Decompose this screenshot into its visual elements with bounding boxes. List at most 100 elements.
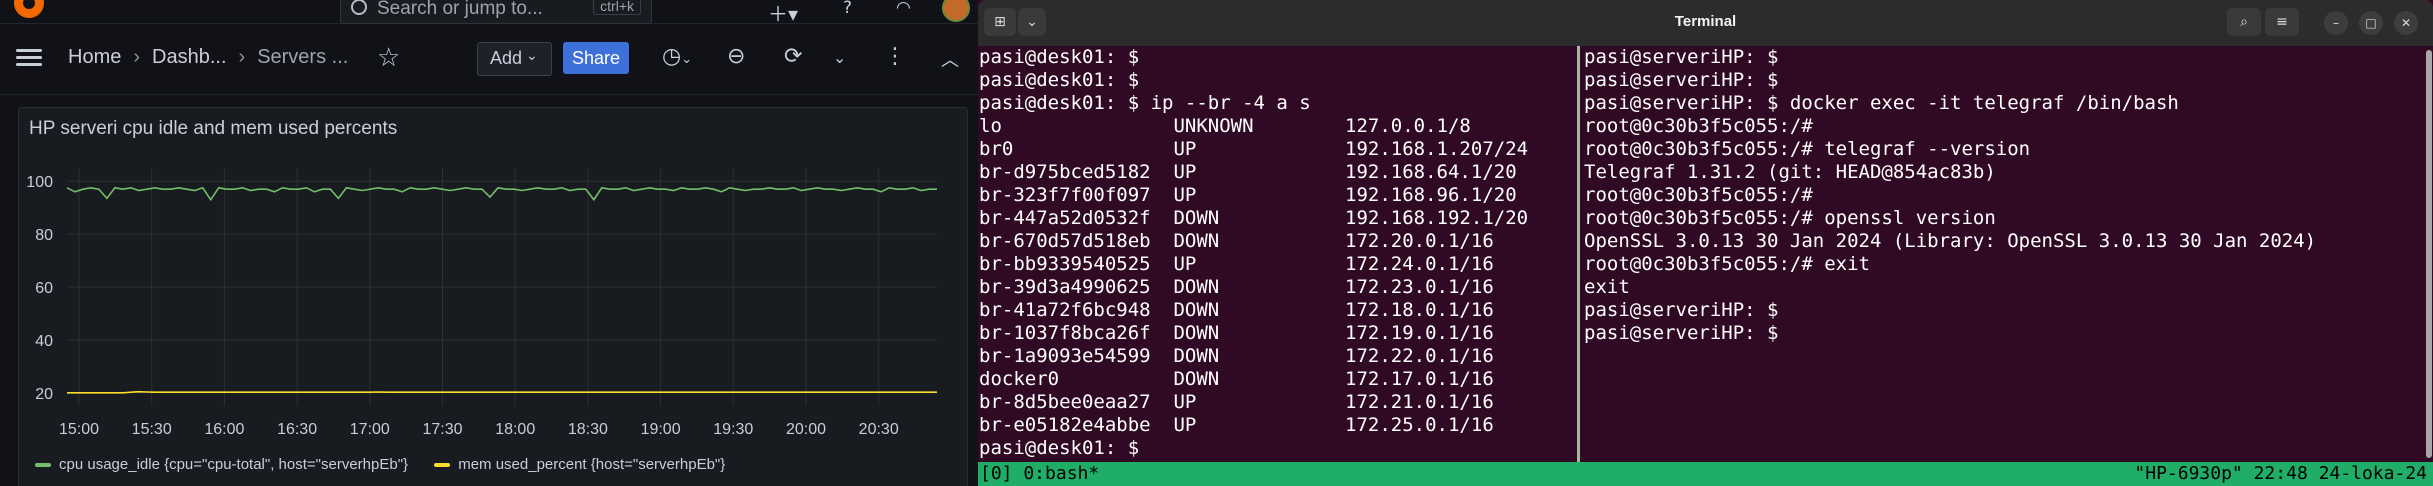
terminal-title: Terminal (1674, 13, 1737, 30)
time-picker-icon[interactable]: ◷⌄ (662, 44, 692, 69)
terminal-line-left: br-39d3a4990625 DOWN 172.23.0.1/16 (979, 276, 1494, 298)
maximize-icon[interactable]: □ (2359, 11, 2383, 35)
rss-icon[interactable]: ◠ (896, 0, 911, 18)
chevron-down-icon: ⌄ (526, 47, 538, 63)
tmux-pane-left[interactable]: pasi@desk01: $ pasi@desk01: $ pasi@desk01:… (978, 46, 1579, 462)
grafana-window: Search or jump to... ctrl+k ＋▾ ? ◠ Home ›… (0, 0, 978, 486)
legend-item-mem[interactable]: mem used_percent {host="serverhpEb"} (434, 456, 725, 473)
x-tick-label: 17:30 (422, 421, 462, 438)
hamburger-menu-icon[interactable]: ≡ (2265, 8, 2299, 36)
chevron-right-icon: › (238, 46, 246, 68)
legend-label: mem used_percent {host="serverhpEb"} (458, 456, 726, 473)
terminal-line-left: docker0 DOWN 172.17.0.1/16 (979, 368, 1494, 390)
grafana-topbar: Search or jump to... ctrl+k ＋▾ ? ◠ (0, 0, 978, 27)
x-tick-label: 15:00 (59, 421, 99, 438)
terminal-line-left: lo UNKNOWN 127.0.0.1/8 (979, 115, 1471, 137)
add-button[interactable]: Add ⌄ (477, 42, 552, 76)
breadcrumb-home[interactable]: Home (68, 46, 121, 68)
zoom-out-icon[interactable]: ⊖ (727, 44, 745, 69)
tmux-window-list[interactable]: [0] 0:bash* (980, 462, 1099, 486)
terminal-line-right: pasi@serveriHP: $ (1584, 322, 1779, 344)
terminal-line-left: br-447a52d0532f DOWN 192.168.192.1/20 (979, 207, 1529, 229)
terminal-line-left: pasi@desk01: $ (979, 437, 1140, 459)
legend-swatch (35, 463, 51, 468)
breadcrumb-dashboards[interactable]: Dashb... (152, 46, 226, 68)
x-tick-label: 19:00 (641, 421, 681, 438)
terminal-line-left: br-d975bced5182 UP 192.168.64.1/20 (979, 161, 1517, 183)
series-line-mem-used (67, 390, 937, 394)
avatar[interactable] (942, 0, 970, 22)
x-tick-label: 17:00 (350, 421, 390, 438)
legend-swatch (434, 463, 451, 468)
y-tick-label: 80 (35, 227, 53, 244)
terminal-line-left: pasi@desk01: $ ip --br -4 a s (979, 92, 1311, 114)
scrollbar[interactable] (2426, 50, 2432, 458)
y-tick-label: 40 (35, 333, 53, 350)
tmux-pane-right[interactable]: pasi@serveriHP: $ pasi@serveriHP: $ pasi@s… (1583, 46, 2422, 462)
terminal-line-right: pasi@serveriHP: $ docker exec -it telegr… (1584, 92, 2179, 114)
tmux-status-bar: [0] 0:bash* "HP-6930p" 22:48 24-loka-24 (978, 462, 2433, 486)
share-button[interactable]: Share (563, 42, 629, 74)
x-tick-label: 18:00 (495, 421, 535, 438)
terminal-line-left: br-323f7f00f097 UP 192.168.96.1/20 (979, 184, 1517, 206)
terminal-line-left: br-1037f8bca26f DOWN 172.19.0.1/16 (979, 322, 1494, 344)
breadcrumb: Home › Dashb... › Servers ... (68, 46, 348, 69)
search-input[interactable]: Search or jump to... ctrl+k (340, 0, 652, 24)
refresh-icon[interactable]: ⟳ (784, 44, 802, 69)
terminal-line-left: br-e05182e4abbe UP 172.25.0.1/16 (979, 414, 1494, 436)
terminal-line-right: root@0c30b3f5c055:/# exit (1584, 253, 1870, 275)
x-tick-label: 20:30 (859, 421, 899, 438)
menu-icon[interactable] (16, 49, 42, 67)
terminal-line-left: pasi@desk01: $ (979, 46, 1140, 68)
star-icon[interactable]: ☆ (377, 43, 400, 73)
y-tick-label: 20 (35, 386, 53, 403)
x-tick-label: 15:30 (132, 421, 172, 438)
plus-icon[interactable]: ＋▾ (768, 0, 798, 27)
x-tick-label: 16:00 (204, 421, 244, 438)
terminal-line-left: pasi@desk01: $ (979, 69, 1140, 91)
dashboard-toolbar: Home › Dashb... › Servers ... ☆ Add ⌄ Share … (0, 24, 978, 95)
terminal-line-right: pasi@serveriHP: $ (1584, 299, 1779, 321)
legend-label: cpu usage_idle {cpu="cpu-total", host="s… (59, 456, 409, 473)
terminal-line-right: pasi@serveriHP: $ (1584, 46, 1779, 68)
terminal-line-right: root@0c30b3f5c055:/# (1584, 115, 1813, 137)
add-button-label: Add (490, 48, 523, 68)
timeseries-panel[interactable]: HP serveri cpu idle and mem used percent… (18, 107, 968, 486)
terminal-line-right: root@0c30b3f5c055:/# openssl version (1584, 207, 1996, 229)
chevron-right-icon: › (133, 46, 141, 68)
tmux-status-right: "HP-6930p" 22:48 24-loka-24 (2134, 463, 2427, 484)
refresh-interval-chevron-icon[interactable]: ⌄ (833, 48, 846, 67)
search-icon (351, 0, 367, 15)
legend-item-cpu[interactable]: cpu usage_idle {cpu="cpu-total", host="s… (35, 456, 408, 473)
x-tick-label: 18:30 (568, 421, 608, 438)
terminal-line-left: br-8d5bee0eaa27 UP 172.21.0.1/16 (979, 391, 1494, 413)
search-shortcut-hint: ctrl+k (593, 0, 641, 15)
collapse-icon[interactable]: ︿ (941, 46, 959, 72)
terminal-window: ⊞ ⌄ Terminal ⌕ ≡ – □ ✕ pasi@desk01: $ pas… (978, 0, 2433, 486)
search-icon[interactable]: ⌕ (2227, 8, 2261, 36)
y-tick-label: 60 (35, 280, 53, 297)
line-chart: 20 40 60 80 100 15:00 15:30 16:00 16:30 17:00 17:3… (26, 168, 937, 438)
terminal-line-left: br0 UP 192.168.1.207/24 (979, 138, 1529, 160)
search-placeholder: Search or jump to... (377, 0, 543, 19)
breadcrumb-current[interactable]: Servers ... (257, 46, 348, 68)
terminal-titlebar: ⊞ ⌄ Terminal ⌕ ≡ – □ ✕ (978, 0, 2433, 46)
close-icon[interactable]: ✕ (2394, 11, 2418, 35)
minimize-icon[interactable]: – (2324, 11, 2348, 35)
more-options-icon[interactable]: ⋮ (884, 44, 906, 69)
terminal-line-left: br-bb9339540525 UP 172.24.0.1/16 (979, 253, 1494, 275)
terminal-line-left: br-1a9093e54599 DOWN 172.22.0.1/16 (979, 345, 1494, 367)
terminal-line-left: br-41a72f6bc948 DOWN 172.18.0.1/16 (979, 299, 1494, 321)
help-icon[interactable]: ? (843, 0, 852, 18)
terminal-line-right: pasi@serveriHP: $ (1584, 69, 1779, 91)
x-tick-label: 20:00 (786, 421, 826, 438)
terminal-line-right: OpenSSL 3.0.13 30 Jan 2024 (Library: Ope… (1584, 230, 2317, 252)
grafana-logo[interactable] (14, 0, 44, 18)
pane-divider[interactable] (1577, 46, 1580, 462)
x-tick-label: 16:30 (277, 421, 317, 438)
x-tick-label: 19:30 (713, 421, 753, 438)
terminal-line-right: root@0c30b3f5c055:/# (1584, 184, 1813, 206)
y-tick-label: 100 (26, 174, 53, 191)
terminal-line-right: exit (1584, 276, 1630, 298)
terminal-line-left: br-670d57d518eb DOWN 172.20.0.1/16 (979, 230, 1494, 252)
